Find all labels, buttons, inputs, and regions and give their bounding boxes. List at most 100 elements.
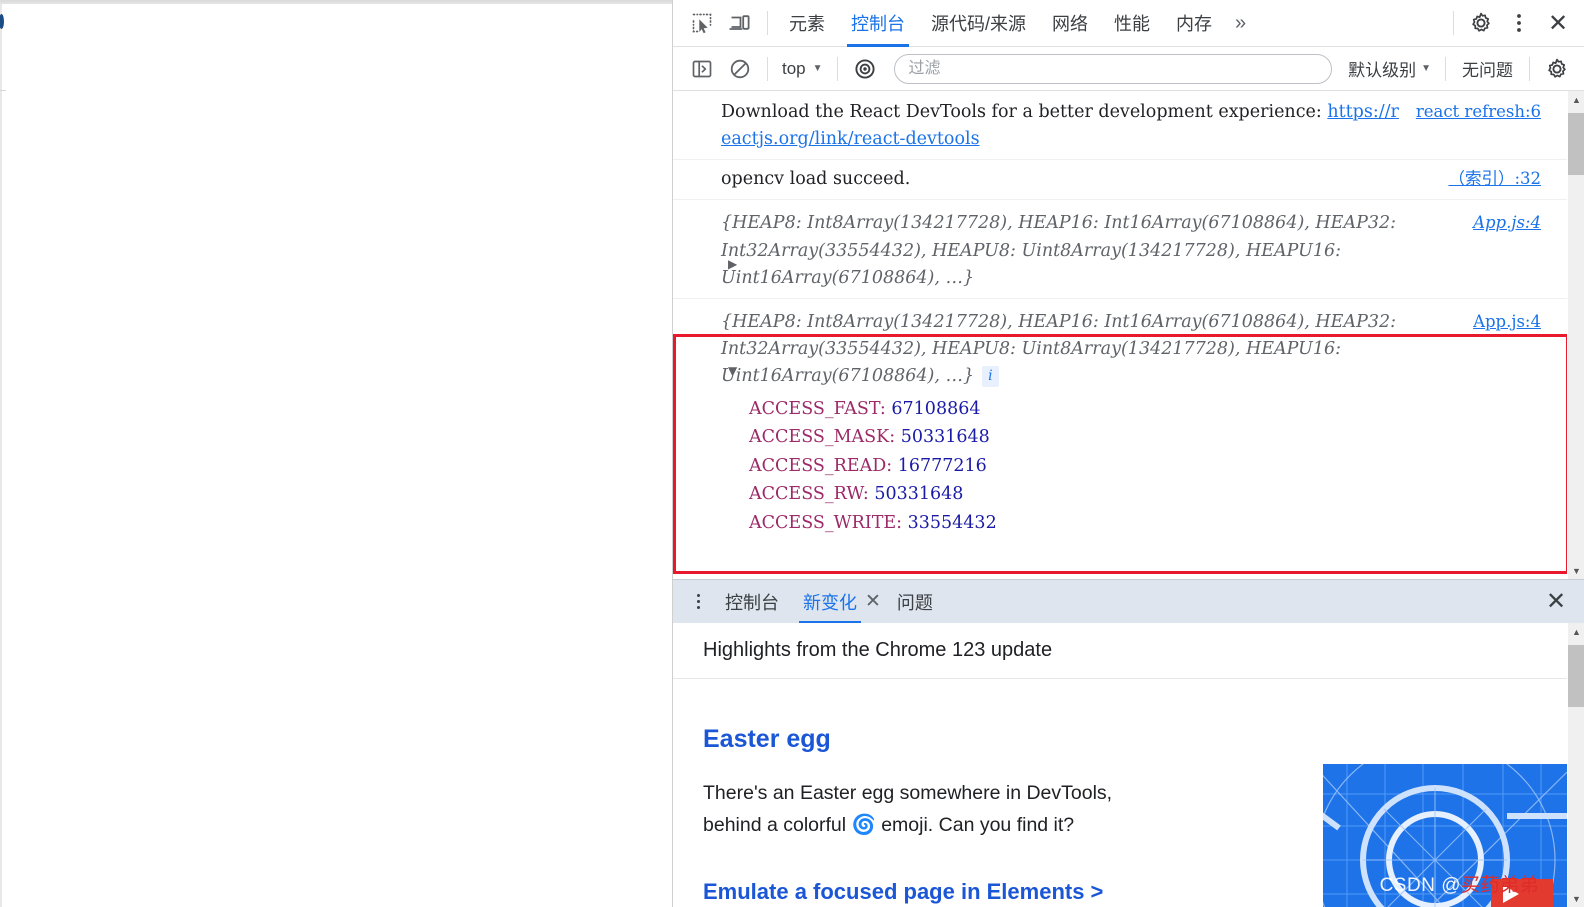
console-filter-input[interactable] [893,53,1333,84]
device-toolbar-icon[interactable] [721,4,759,42]
property-colon: : [886,455,893,476]
console-message-react-devtools: react refresh:6 Download the React DevTo… [673,91,1567,161]
console-message-heap-expanded: App.js:4 ▼ {HEAP8: Int8Array(134217728),… [673,299,1567,543]
scroll-up-arrow-icon[interactable]: ▲ [1568,623,1584,640]
source-link[interactable]: App.js:4 [1473,309,1541,335]
tab-network[interactable]: 网络 [1039,0,1101,47]
log-level-selector[interactable]: 默认级别 ▼ [1342,56,1437,81]
collapse-triangle-icon[interactable]: ▼ [728,362,737,381]
drawer-tab-whats-new-label: 新变化 [803,592,857,613]
expand-triangle-icon[interactable]: ▶ [728,255,737,274]
property-key: ACCESS_FAST [749,399,880,420]
tab-performance-label: 性能 [1114,14,1151,34]
execution-context-selector[interactable]: top ▼ [776,54,829,84]
chevron-down-icon: ▼ [1421,63,1431,74]
devtools-panel: 元素 控制台 源代码/来源 网络 性能 内存 » ✕ top ▼ 过滤 默认级别… [672,0,1584,907]
tab-elements-label: 元素 [789,14,825,34]
devtools-tabbar: 元素 控制台 源代码/来源 网络 性能 内存 » ✕ [673,0,1584,47]
csdn-watermark: CSDN @买药弟弟 [1380,870,1539,897]
drawer-tab-issues[interactable]: 问题 [885,580,945,624]
viewport-marker-dot [0,14,4,29]
console-scroll-column: react refresh:6 Download the React DevTo… [673,91,1567,579]
close-icon[interactable]: ✕ [1538,3,1578,43]
object-property-row[interactable]: ACCESS_WRITE: 33554432 [721,509,1541,537]
issues-counter[interactable]: 无问题 [1454,56,1521,81]
console-toolbar-divider-1 [767,56,768,81]
whats-new-body: Easter egg There's an Easter egg somewhe… [673,679,1567,907]
drawer-tabbar: 控制台 新变化 ✕ 问题 ✕ [673,579,1584,624]
scroll-up-arrow-icon[interactable]: ▲ [1568,91,1584,108]
tab-elements[interactable]: 元素 [776,0,838,47]
watermark-prefix: CSDN @ [1379,875,1461,897]
drawer-tab-issues-label: 问题 [896,592,933,613]
whats-new-content: Highlights from the Chrome 123 update Ea… [673,623,1567,907]
object-preview-row: {HEAP8: Int8Array(134217728), HEAP16: In… [721,309,1541,390]
property-colon: : [889,427,896,448]
info-badge-icon[interactable]: i [982,366,999,387]
property-value: 50331648 [874,484,964,505]
chevron-double-right-icon[interactable]: » [1225,0,1256,47]
tab-network-label: 网络 [1052,14,1089,34]
whats-new-section-title: Easter egg [703,725,831,753]
source-link[interactable]: App.js:4 [1473,210,1541,236]
whats-new-paragraph: There's an Easter egg somewhere in DevTo… [703,782,1113,836]
scroll-down-arrow-icon[interactable]: ▼ [1568,562,1584,579]
object-preview[interactable]: {HEAP8: Int8Array(134217728), HEAP16: In… [721,312,1396,386]
tabbar-divider-2 [1453,11,1454,35]
source-link[interactable]: react refresh:6 [1416,99,1541,125]
chevron-down-icon: ▼ [812,63,823,74]
kebab-menu-icon[interactable] [1500,4,1538,42]
object-preview[interactable]: {HEAP8: Int8Array(134217728), HEAP16: In… [721,210,1541,291]
console-message-text: opencv load succeed. [721,169,911,190]
log-level-value: 默认级别 [1348,61,1417,80]
property-value: 33554432 [907,512,997,533]
object-property-row[interactable]: ACCESS_FAST: 67108864 [721,395,1541,423]
inspect-element-icon[interactable] [683,4,721,42]
show-console-sidebar-icon[interactable] [683,50,721,88]
clear-console-icon[interactable] [721,50,759,88]
tab-console-label: 控制台 [851,14,905,34]
tab-performance[interactable]: 性能 [1101,0,1163,47]
tab-memory[interactable]: 内存 [1163,0,1225,47]
tab-console[interactable]: 控制台 [838,0,918,47]
property-colon: : [879,399,886,420]
execution-context-value: top [782,58,806,78]
more-tabs-glyph: » [1235,11,1247,34]
object-property-row[interactable]: ACCESS_MASK: 50331648 [721,423,1541,451]
property-colon: : [862,484,869,505]
property-colon: : [896,512,903,533]
console-message-heap-collapsed: App.js:4 ▶ {HEAP8: Int8Array(134217728),… [673,200,1567,299]
object-property-row[interactable]: ACCESS_READ: 16777216 [721,452,1541,480]
source-link[interactable]: （索引）:32 [1448,166,1541,192]
whats-new-header: Highlights from the Chrome 123 update [673,623,1567,679]
kebab-menu-icon[interactable] [683,587,713,617]
property-value: 50331648 [900,427,990,448]
console-toolbar-divider-2 [836,56,838,81]
message-prefix: Download the React DevTools for a better… [721,102,1328,122]
devtools-screenshot: 元素 控制台 源代码/来源 网络 性能 内存 » ✕ top ▼ 过滤 默认级别… [0,0,1584,907]
viewport-hairline [0,90,6,91]
console-scrollbar-thumb[interactable] [1568,113,1584,175]
gear-icon[interactable] [1462,4,1500,42]
property-key: ACCESS_WRITE [749,512,897,533]
property-value: 67108864 [891,399,981,420]
whats-new-scrollbar-thumb[interactable] [1568,645,1584,707]
gear-icon[interactable] [1538,50,1576,88]
drawer-tab-whats-new[interactable]: 新变化 [791,580,869,624]
property-key: ACCESS_READ [749,455,887,476]
property-key: ACCESS_RW [749,484,863,505]
drawer-tab-console[interactable]: 控制台 [713,580,791,624]
whats-new-scrollbar[interactable]: ▲ ▼ [1567,623,1584,907]
tab-memory-label: 内存 [1176,14,1213,34]
whats-new-panel: Highlights from the Chrome 123 update Ea… [673,623,1584,907]
console-toolbar-divider-3 [1445,56,1446,81]
console-message-list[interactable]: react refresh:6 Download the React DevTo… [673,91,1584,579]
scroll-down-arrow-icon[interactable]: ▼ [1568,890,1584,907]
tab-sources[interactable]: 源代码/来源 [918,0,1039,47]
console-scrollbar[interactable]: ▲ ▼ [1567,91,1584,579]
object-property-row[interactable]: ACCESS_RW: 50331648 [721,480,1541,508]
viewport-left-rail [0,4,4,907]
whats-new-feature-link[interactable]: Emulate a focused page in Elements > [703,879,1103,904]
drawer-close-icon[interactable]: ✕ [1536,582,1576,622]
create-live-expression-icon[interactable] [846,50,884,88]
